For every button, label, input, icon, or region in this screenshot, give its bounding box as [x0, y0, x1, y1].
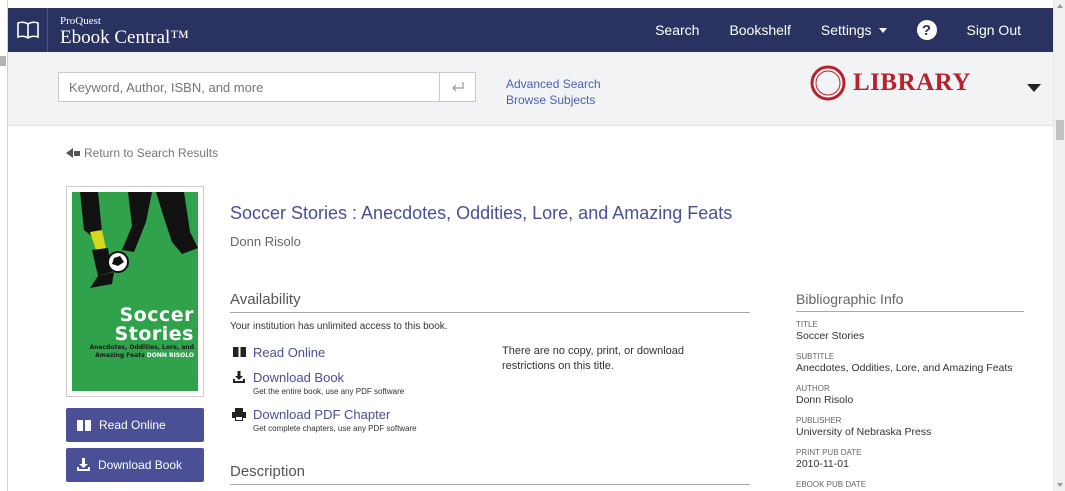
- bib-value: Soccer Stories: [796, 330, 865, 342]
- help-icon: ?: [916, 20, 937, 40]
- read-online-link[interactable]: Read Online: [253, 345, 325, 360]
- download-book-button[interactable]: Download Book: [66, 448, 204, 482]
- library-logo-text: LIBRARY: [853, 69, 971, 96]
- brand-logo[interactable]: ProQuest Ebook Central™: [60, 14, 189, 47]
- read-online-option[interactable]: Read Online: [232, 345, 325, 360]
- help-button[interactable]: ?: [916, 20, 937, 40]
- edge-marker: [0, 56, 6, 66]
- cover-title: Soccer Stories: [114, 304, 194, 345]
- bib-field-print-pub-date: PRINT PUB DATE 2010-11-01: [796, 448, 862, 470]
- menu-dropdown-icon[interactable]: [1027, 84, 1041, 92]
- advanced-search-link[interactable]: Advanced Search: [506, 76, 601, 92]
- access-note: Your institution has unlimited access to…: [230, 321, 448, 332]
- bib-value: Donn Risolo: [796, 394, 854, 406]
- brand-small-text: ProQuest: [60, 14, 101, 27]
- download-chapter-link[interactable]: Download PDF Chapter: [253, 407, 417, 422]
- library-ring-icon: [810, 65, 846, 101]
- bib-field-publisher: PUBLISHER University of Nebraska Press: [796, 416, 931, 438]
- search-input[interactable]: [59, 73, 439, 101]
- search-submit-button[interactable]: [439, 73, 475, 101]
- left-window-edge: [0, 0, 8, 491]
- nav-settings-dropdown[interactable]: Settings: [821, 22, 887, 38]
- nav-search[interactable]: Search: [655, 22, 699, 38]
- bib-field-title: TITLE Soccer Stories: [796, 320, 864, 342]
- page-scrollbar[interactable]: [1053, 0, 1065, 491]
- nav-settings-label: Settings: [820, 22, 872, 38]
- search-links: Advanced Search Browse Subjects: [506, 76, 601, 108]
- brand-name: Ebook Central™: [60, 26, 189, 48]
- download-chapter-note: Get complete chapters, use any PDF softw…: [253, 424, 417, 433]
- description-heading: Description: [230, 463, 750, 485]
- download-icon: [232, 371, 247, 384]
- bib-key: AUTHOR: [796, 384, 830, 393]
- bib-value: 2010-11-01: [796, 458, 849, 470]
- download-book-option[interactable]: Download Book Get the entire book, use a…: [232, 370, 404, 396]
- browse-subjects-link[interactable]: Browse Subjects: [506, 92, 601, 108]
- scrollbar-thumb[interactable]: [1056, 120, 1064, 140]
- main-nav: Search Bookshelf Settings ? Sign Out: [655, 8, 1053, 52]
- bibliographic-heading: Bibliographic Info: [796, 291, 1024, 312]
- return-to-results-link[interactable]: Return to Search Results: [66, 146, 218, 160]
- book-icon: [232, 346, 247, 358]
- pdf-printer-icon: [232, 408, 247, 421]
- bib-key: PRINT PUB DATE: [796, 448, 862, 457]
- cover-subtitle: Anecdotes, Oddities, Lore, and Amazing F…: [76, 344, 194, 360]
- availability-heading: Availability: [230, 291, 750, 313]
- search-bar-region: Advanced Search Browse Subjects LIBRARY: [8, 52, 1053, 126]
- download-book-button-label: Download Book: [98, 458, 183, 472]
- scroll-up-icon[interactable]: [1057, 4, 1063, 8]
- download-chapter-option[interactable]: Download PDF Chapter Get complete chapte…: [232, 407, 417, 433]
- bib-field-ebook-pub-date: EBOOK PUB DATE: [796, 480, 866, 489]
- download-book-note: Get the entire book, use any PDF softwar…: [253, 387, 405, 396]
- cover-illustration: [80, 192, 198, 288]
- return-link-label: Return to Search Results: [84, 146, 219, 160]
- bib-field-author: AUTHOR Donn Risolo: [796, 384, 853, 406]
- download-book-link[interactable]: Download Book: [253, 370, 404, 385]
- cover-author: DONN RISOLO: [146, 352, 194, 359]
- bib-key: TITLE: [796, 320, 818, 329]
- nav-sign-out[interactable]: Sign Out: [967, 22, 1021, 38]
- nav-bookshelf[interactable]: Bookshelf: [729, 22, 790, 38]
- download-icon: [76, 458, 91, 472]
- book-cover[interactable]: Soccer Stories Anecdotes, Oddities, Lore,…: [66, 186, 204, 397]
- search-box: [58, 72, 476, 102]
- bib-key: SUBTITLE: [796, 352, 835, 361]
- cover-art: Soccer Stories Anecdotes, Oddities, Lore,…: [72, 192, 198, 391]
- scroll-down-icon[interactable]: [1057, 483, 1063, 487]
- library-logo[interactable]: LIBRARY: [809, 64, 971, 102]
- read-online-button[interactable]: Read Online: [66, 408, 204, 442]
- caret-down-icon: [878, 27, 887, 33]
- restrictions-note: There are no copy, print, or download re…: [502, 345, 685, 372]
- book-icon: [76, 419, 92, 432]
- arrow-left-icon: [66, 148, 73, 158]
- bib-field-subtitle: SUBTITLE Anecdotes, Oddities, Lore, and …: [796, 352, 1013, 374]
- bib-value: Anecdotes, Oddities, Lore, and Amazing F…: [796, 362, 1013, 374]
- open-book-icon[interactable]: [8, 8, 48, 52]
- bib-key: EBOOK PUB DATE: [796, 480, 867, 489]
- bib-key: PUBLISHER: [796, 416, 842, 425]
- bib-value: University of Nebraska Press: [796, 426, 932, 438]
- book-title: Soccer Stories : Anecdotes, Oddities, Lo…: [230, 203, 733, 223]
- enter-return-icon: [451, 82, 464, 92]
- top-nav-bar: ProQuest Ebook Central™ Search Bookshelf…: [8, 8, 1053, 52]
- book-author: Donn Risolo: [230, 234, 301, 249]
- read-online-button-label: Read Online: [99, 418, 166, 432]
